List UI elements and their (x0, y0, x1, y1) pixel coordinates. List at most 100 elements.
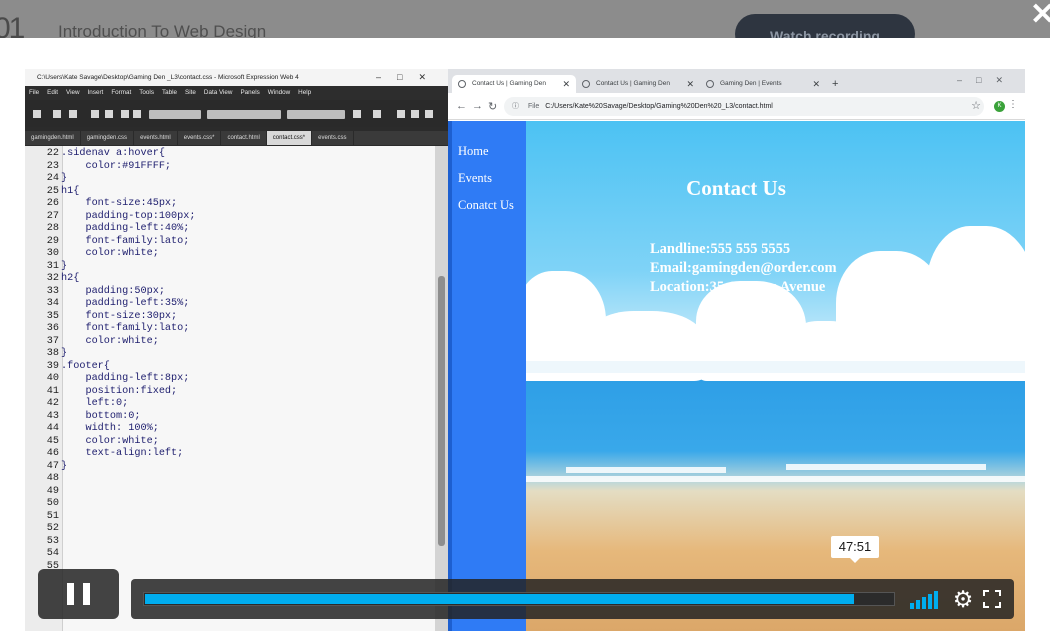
line-number: 32 (46, 273, 59, 284)
volume-bar (916, 600, 920, 609)
globe-icon (458, 80, 466, 88)
code-line: 46 text-align:left; (25, 448, 184, 461)
editor-tab: contact.html (221, 131, 267, 145)
site-hero: Contact Us Landline:555 555 5555 Email:g… (526, 121, 1025, 631)
profile-avatar: K (994, 101, 1005, 112)
code-line: 24} (25, 173, 67, 186)
progress-bar[interactable] (143, 592, 895, 606)
browser-tab-label: Gaming Den | Events (720, 80, 782, 87)
video-player[interactable]: C:\Users\Kate Savage\Desktop\Gaming Den … (25, 69, 1025, 631)
paint-icon (105, 110, 113, 118)
globe-icon (706, 80, 714, 88)
player-control-bar: ⚙ (131, 579, 1014, 619)
editor-window-title: C:\Users\Kate Savage\Desktop\Gaming Den … (37, 74, 299, 81)
window-controls: –□✕ (376, 72, 442, 82)
code-line: 31} (25, 261, 67, 274)
line-number: 43 (46, 410, 59, 422)
code-text: } (61, 260, 68, 272)
editor-title-bar: C:\Users\Kate Savage\Desktop\Gaming Den … (25, 69, 448, 86)
line-number: 30 (46, 248, 59, 259)
fullscreen-icon[interactable] (983, 590, 1001, 608)
code-text: padding-left:8px; (61, 373, 190, 384)
menu-item: Table (161, 89, 178, 96)
grid-icon (425, 110, 433, 118)
font-dropdown (207, 110, 281, 119)
browser-window: Contact Us | Gaming Den ✕ Contact Us | G… (448, 69, 1025, 631)
code-line: 23 color:#91FFFF; (25, 161, 171, 174)
code-line: 25 h1{ (25, 186, 80, 199)
editor-tab: contact.css* (266, 131, 313, 145)
line-number: 48 (46, 473, 59, 484)
star-icon: ☆ (971, 100, 981, 112)
code-line: 34 padding-left:35%; (25, 298, 190, 311)
code-line: 27 padding-top:100px; (25, 211, 196, 224)
code-text: font-size:30px; (61, 310, 178, 322)
volume-icon[interactable] (910, 591, 940, 609)
info-icon: ⓘ (512, 103, 519, 110)
code-editor: 22 .sidenav a:hover{23 color:#91FFFF; 24} 2… (25, 146, 435, 631)
back-icon: ← (456, 100, 467, 112)
menu-item: Window (267, 89, 291, 96)
code-line: 33 padding:50px; (25, 286, 165, 299)
folder-icon (69, 110, 77, 118)
redo-icon (373, 110, 381, 118)
code-text: font-size:45px; (61, 198, 178, 209)
browser-tab-label: Contact Us | Gaming Den (596, 80, 670, 87)
line-number: 27 (46, 210, 59, 222)
line-number: 22 (46, 148, 59, 159)
editor-menu-bar: File Edit View Insert Format Tools Table Site Da… (25, 86, 448, 100)
volume-bar (922, 597, 926, 609)
pause-button[interactable] (38, 569, 119, 619)
volume-bar (934, 591, 938, 609)
editor-tab: events.html (134, 131, 178, 145)
line-number: 44 (46, 423, 59, 434)
code-line: 37 color:white; (25, 336, 159, 349)
site-sidenav: Home Events Conatct Us (448, 121, 526, 631)
gear-icon[interactable]: ⚙ (951, 585, 975, 613)
code-line: 54 (25, 548, 61, 561)
editor-tab: events.css* (178, 131, 222, 145)
browser-toolbar: ← → ↻ ⓘ File C:/Users/Kate%20Savage/Desk… (448, 93, 1025, 120)
code-line: 26 font-size:45px; (25, 198, 177, 211)
code-text: padding-top:100px; (61, 210, 196, 222)
wave-foam (526, 476, 1025, 482)
line-number: 36 (46, 323, 59, 334)
code-line: 35 font-size:30px; (25, 311, 177, 324)
new-icon (33, 110, 41, 118)
globe-icon (582, 80, 590, 88)
image-icon (121, 110, 129, 118)
browser-menu-icon: ⋮ (1008, 99, 1018, 110)
save-icon (91, 110, 99, 118)
close-icon[interactable]: ✕ (1030, 0, 1050, 30)
line-number: 46 (46, 448, 59, 459)
code-text: padding:50px; (61, 285, 165, 297)
site-heading: Contact Us (686, 176, 786, 200)
code-line: 43 bottom:0; (25, 410, 141, 424)
code-line: 40 padding-left:8px; (25, 373, 190, 386)
contact-email: Email:gamingden@order.com (650, 260, 837, 276)
menu-item: Site (185, 89, 196, 96)
pause-icon (67, 583, 74, 605)
menu-item: Panels (240, 89, 260, 96)
reload-icon: ↻ (488, 101, 498, 113)
code-text: left:0; (61, 398, 129, 409)
code-text: } (61, 173, 68, 184)
browser-tab: Contact Us | Gaming Den ✕ (452, 75, 576, 93)
code-line: 53 (25, 536, 61, 549)
line-number: 53 (46, 535, 59, 547)
menu-item: View (66, 89, 80, 96)
code-text: font-family:lato; (61, 235, 190, 247)
time-tooltip: 47:51 (831, 536, 879, 563)
line-number: 41 (46, 385, 59, 397)
open-icon (53, 110, 61, 118)
site-nav-home: Home (458, 144, 489, 158)
line-number: 49 (46, 485, 59, 497)
undo-icon (353, 110, 361, 118)
code-text: .sidenav a:hover{ (61, 148, 165, 159)
line-number: 40 (46, 373, 59, 384)
menu-item: Edit (47, 89, 59, 96)
menu-item: Help (298, 89, 312, 96)
editor-window: C:\Users\Kate Savage\Desktop\Gaming Den … (25, 69, 448, 631)
browser-tab-label: Contact Us | Gaming Den (472, 80, 546, 87)
code-line: 29 font-family:lato; (25, 235, 190, 249)
